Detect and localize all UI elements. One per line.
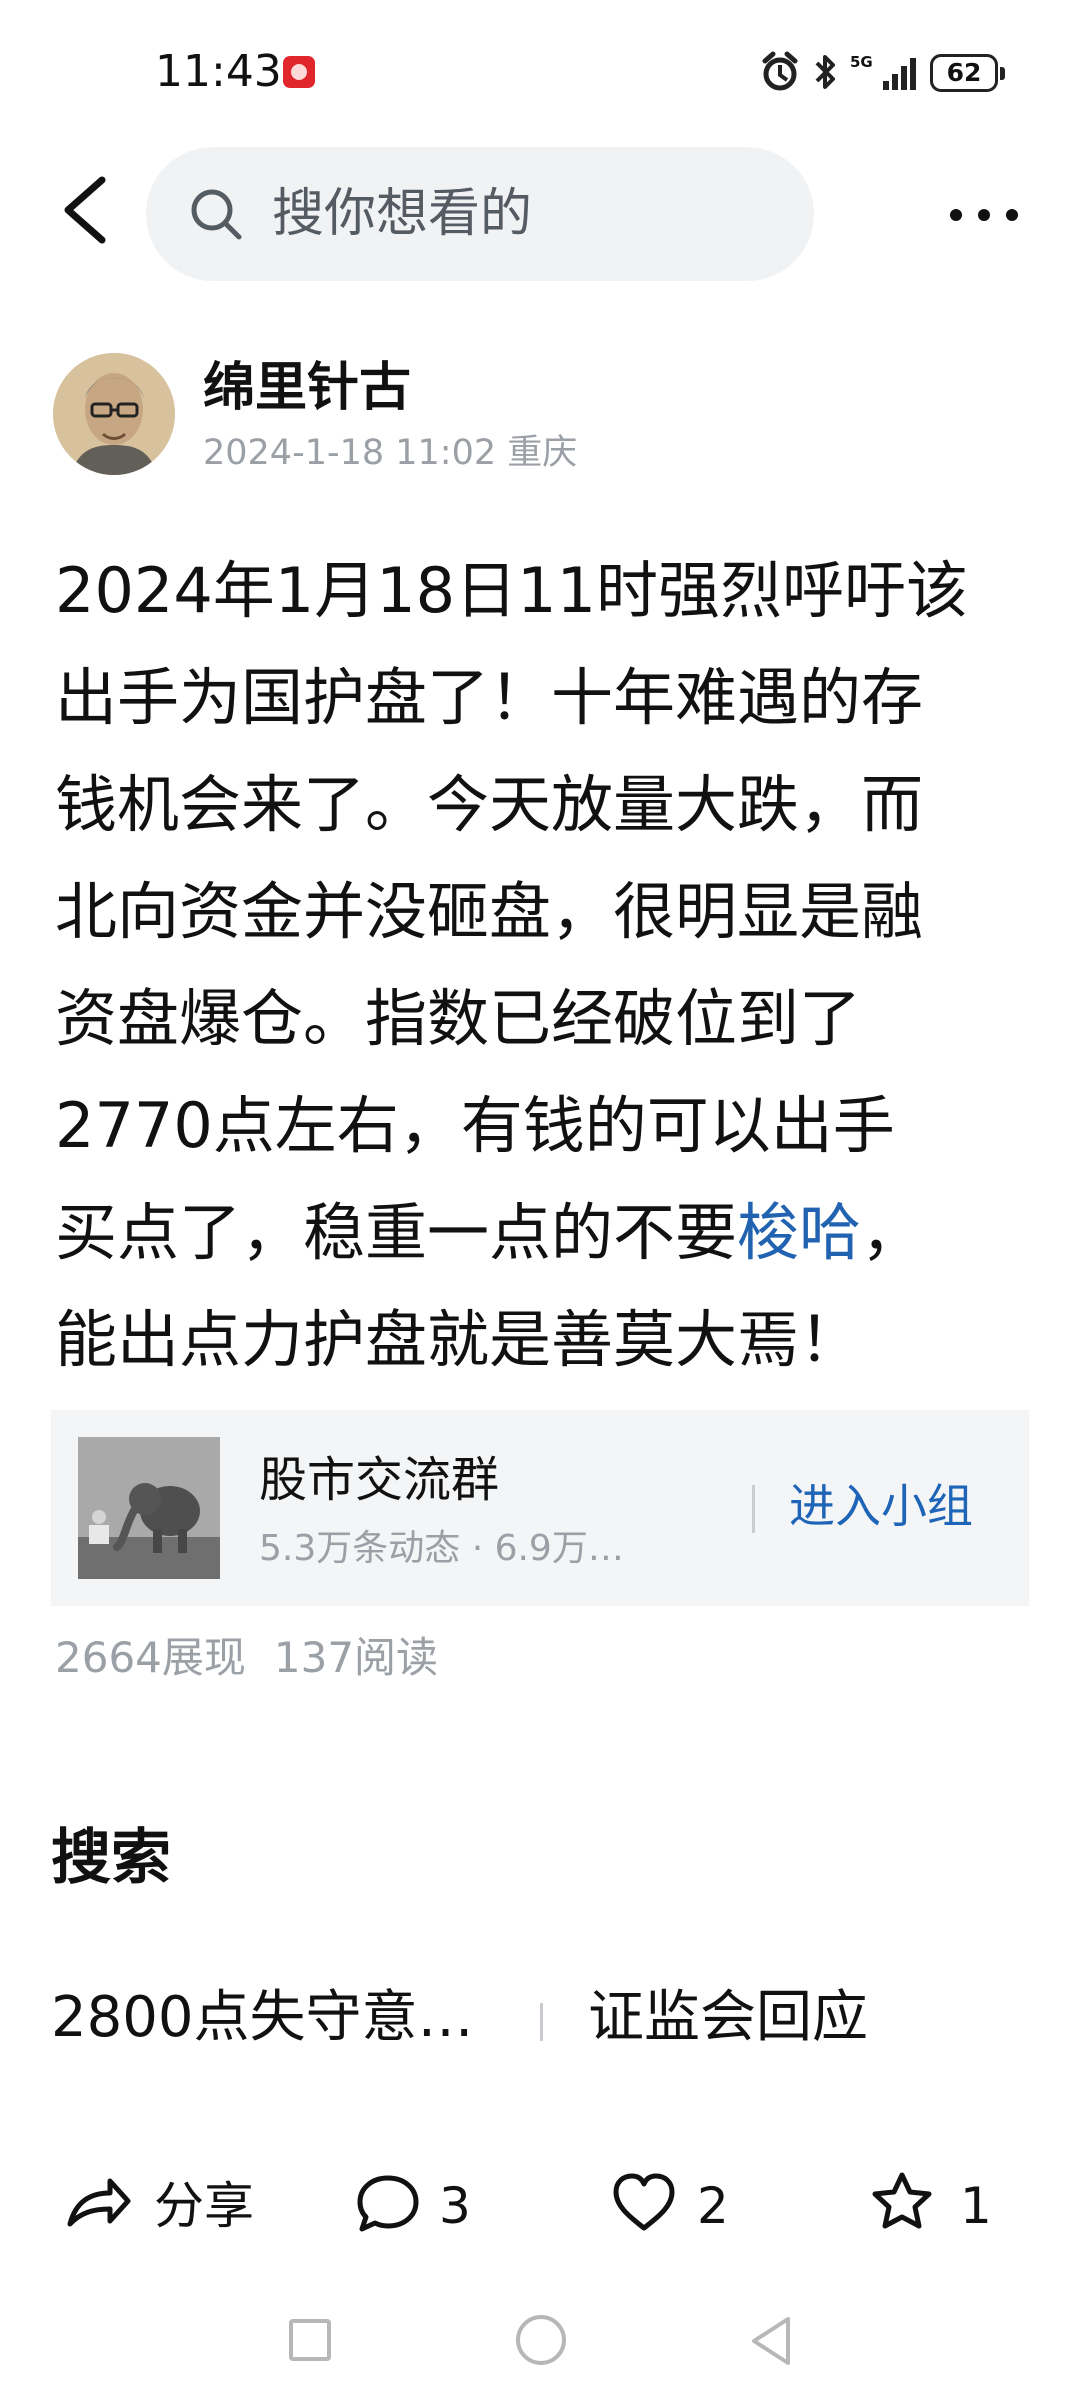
signal-icon [883,58,916,90]
search-suggestion[interactable]: 2800点失守意… [51,1982,474,2054]
post-line: 北向资金并没砸盘，很明显是融 [55,875,924,948]
post-body: 2024年1月18日11时强烈呼吁该 出手为国护盘了！十年难遇的存 钱机会来了。… [55,537,1035,1393]
network-type-label: 5G [850,53,873,71]
group-divider [752,1485,755,1533]
heart-icon [613,2173,675,2231]
join-group-button[interactable]: 进入小组 [789,1476,973,1536]
like-count: 2 [697,2177,729,2235]
status-bar: 11:43 5G 62 [0,0,1080,140]
more-dots-icon[interactable] [944,190,1024,240]
group-name[interactable]: 股市交流群 [259,1450,499,1510]
battery-percent: 62 [946,58,982,87]
post-line: 2770点左右，有钱的可以出手 [55,1089,895,1162]
post-line: 2024年1月18日11时强烈呼吁该 [55,554,969,627]
post-line: 能出点力护盘就是善莫大焉！ [55,1303,862,1376]
comment-icon [357,2175,419,2232]
post-line: 资盘爆仓。指数已经破位到了 [55,982,862,1055]
back-nav-icon[interactable] [745,2314,795,2368]
post-link[interactable]: 梭哈 [737,1196,861,1269]
author-name[interactable]: 绵里针古 [203,355,411,421]
post-line-punctuation: ， [861,1196,924,1269]
post-date-location: 2024-1-18 11:02 重庆 [203,433,578,473]
group-meta: 5.3万条动态 · 6.9万… [259,1528,624,1569]
comment-count: 3 [439,2177,471,2235]
search-placeholder: 搜你想看的 [272,184,533,244]
avatar-portrait-icon [53,353,175,475]
elephant-image-icon [78,1437,220,1579]
search-icon [191,189,242,240]
post-line: 钱机会来了。今天放量大跌，而 [55,768,924,841]
post-line-text: 买点了，稳重一点的不要 [55,1196,738,1269]
battery-icon: 62 [930,54,1005,92]
post-line-with-link: 买点了，稳重一点的不要梭哈， [55,1179,1035,1286]
share-icon [67,2178,131,2227]
post-line: 出手为国护盘了！十年难遇的存 [55,661,924,734]
post-stats: 2664展现 137阅读 [55,1630,438,1686]
group-card[interactable]: 股市交流群 5.3万条动态 · 6.9万… 进入小组 [51,1410,1029,1606]
search-section-title: 搜索 [51,1823,171,1893]
search-suggestion-divider [540,2003,543,2041]
group-thumbnail [78,1437,220,1579]
favorite-count: 1 [960,2177,992,2235]
recent-apps-icon[interactable] [289,2319,331,2361]
search-suggestion-fade [860,1982,1020,2058]
reads-count: 137阅读 [273,1633,439,1682]
share-label: 分享 [154,2177,254,2235]
bluetooth-icon [815,55,835,89]
author-avatar[interactable] [53,353,175,475]
star-icon [872,2172,932,2229]
status-time: 11:43 [155,46,282,97]
alarm-icon [762,51,798,91]
home-icon[interactable] [516,2315,566,2365]
impressions-count: 2664展现 [55,1633,246,1682]
notification-app-icon [283,56,315,88]
back-arrow-icon[interactable] [50,160,120,260]
search-input[interactable]: 搜你想看的 [146,147,814,281]
